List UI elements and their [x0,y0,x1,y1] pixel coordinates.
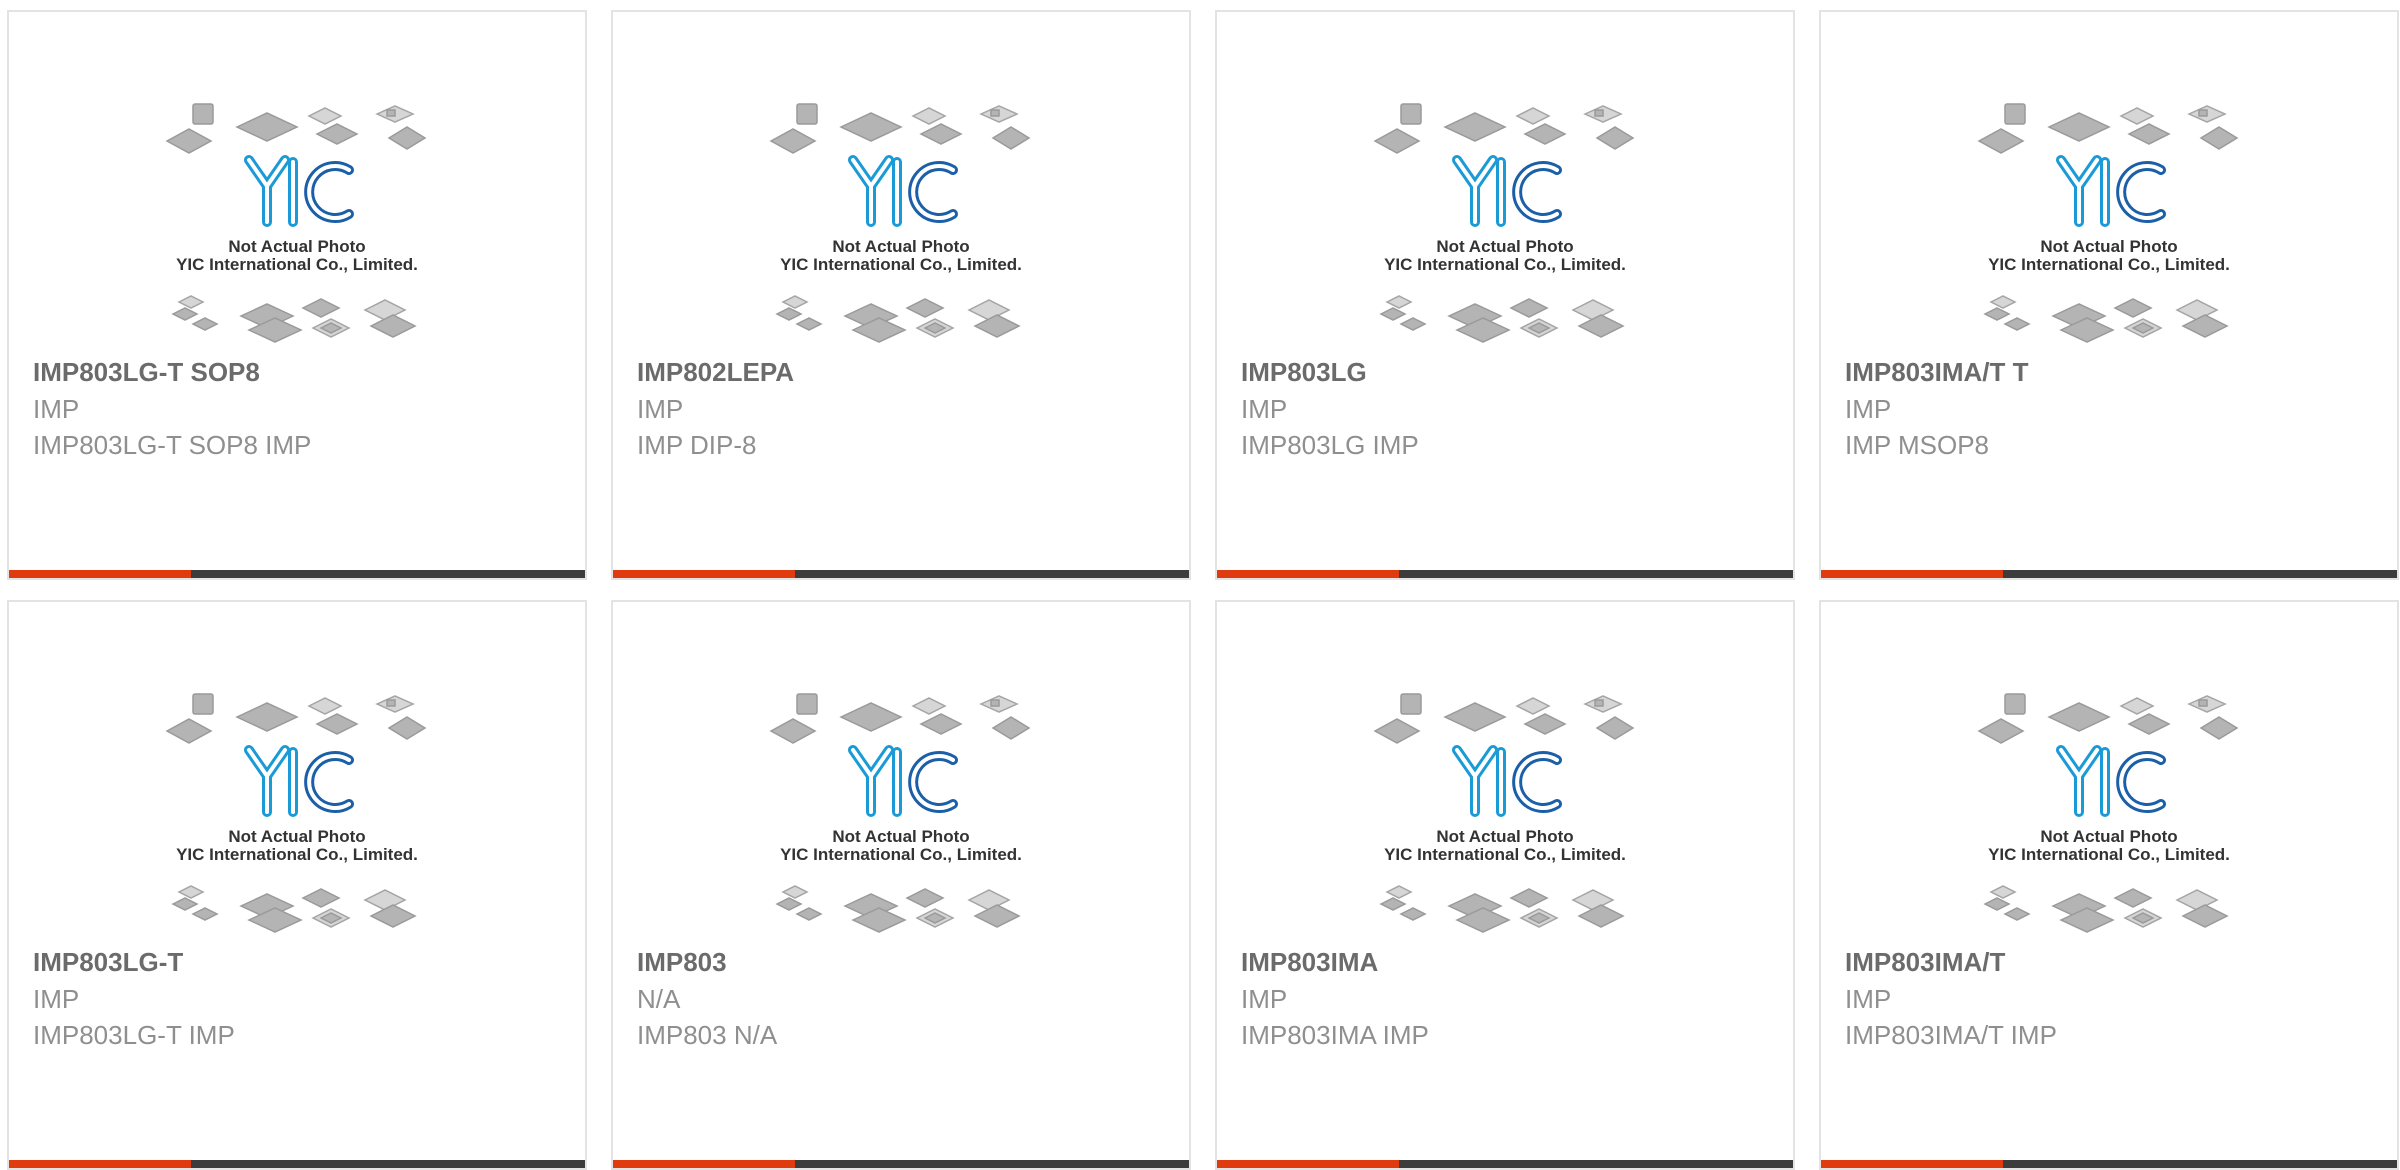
product-image-placeholder[interactable]: Not Actual Photo YIC International Co., … [9,12,585,352]
chip-packages-top [1977,103,2239,154]
svg-text:Not Actual Photo: Not Actual Photo [2040,827,2177,846]
product-card[interactable]: Not Actual Photo YIC International Co., … [1215,10,1795,580]
yic-logo-icon [2056,155,2166,227]
product-title[interactable]: IMP803IMA [1241,947,1378,978]
product-description: IMP MSOP8 [1845,430,1990,460]
product-brand: IMP [1241,984,1288,1014]
product-image-placeholder[interactable]: Not Actual Photo YIC International Co., … [613,602,1189,942]
product-title[interactable]: IMP802LEPA [637,357,794,388]
product-card[interactable]: Not Actual Photo YIC International Co., … [7,10,587,580]
chip-packages-top [165,103,427,154]
product-image-placeholder[interactable]: Not Actual Photo YIC International Co., … [613,12,1189,352]
product-title[interactable]: IMP803IMA/T T [1845,357,2028,388]
chip-packages-top [1373,693,1635,744]
product-card[interactable]: Not Actual Photo YIC International Co., … [1819,600,2399,1170]
product-brand: IMP [1845,394,1892,424]
svg-text:YIC International Co., Limited: YIC International Co., Limited. [176,255,418,274]
product-title[interactable]: IMP803LG-T [33,947,183,978]
chip-packages-bottom [1379,295,1625,343]
chip-packages-bottom [775,295,1021,343]
product-brand: N/A [637,984,681,1014]
product-title[interactable]: IMP803LG [1241,357,1367,388]
card-footer-bar [613,570,1189,578]
svg-text:Not Actual Photo: Not Actual Photo [832,237,969,256]
chip-packages-bottom [1379,885,1625,933]
product-image-placeholder[interactable]: Not Actual Photo YIC International Co., … [1217,602,1793,942]
product-description: IMP803LG-T IMP [33,1020,235,1050]
svg-text:Not Actual Photo: Not Actual Photo [1436,827,1573,846]
card-accent-bar [1821,570,2003,578]
product-image-placeholder[interactable]: Not Actual Photo YIC International Co., … [9,602,585,942]
product-brand: IMP [1241,394,1288,424]
product-card[interactable]: Not Actual Photo YIC International Co., … [1819,10,2399,580]
chip-packages-bottom [1983,295,2229,343]
product-image-placeholder[interactable]: Not Actual Photo YIC International Co., … [1821,602,2397,942]
chip-packages-bottom [1983,885,2229,933]
chip-packages-top [769,103,1031,154]
svg-text:YIC International Co., Limited: YIC International Co., Limited. [780,845,1022,864]
svg-text:Not Actual Photo: Not Actual Photo [832,827,969,846]
product-description: IMP803LG-T SOP8 IMP [33,430,312,460]
chip-packages-top [1977,693,2239,744]
product-description: IMP803LG IMP [1241,430,1419,460]
yic-logo-icon [1452,745,1562,817]
svg-text:YIC International Co., Limited: YIC International Co., Limited. [780,255,1022,274]
yic-logo-icon [2056,745,2166,817]
product-grid: Not Actual Photo YIC International Co., … [0,0,2400,1170]
svg-text:Not Actual Photo: Not Actual Photo [228,237,365,256]
product-title[interactable]: IMP803IMA/T [1845,947,2005,978]
chip-packages-bottom [171,295,417,343]
product-title[interactable]: IMP803 [637,947,727,978]
card-accent-bar [1217,570,1399,578]
yic-logo-icon [244,155,354,227]
chip-packages-bottom [775,885,1021,933]
card-footer-bar [1821,570,2397,578]
product-card[interactable]: Not Actual Photo YIC International Co., … [1215,600,1795,1170]
card-accent-bar [9,570,191,578]
chip-packages-top [769,693,1031,744]
product-image-placeholder[interactable]: Not Actual Photo YIC International Co., … [1821,12,2397,352]
card-footer-bar [1217,570,1793,578]
product-brand: IMP [1845,984,1892,1014]
product-description: IMP803IMA IMP [1241,1020,1429,1050]
product-brand: IMP [33,984,80,1014]
product-description: IMP DIP-8 [637,430,757,460]
svg-text:Not Actual Photo: Not Actual Photo [1436,237,1573,256]
product-card[interactable]: Not Actual Photo YIC International Co., … [611,10,1191,580]
yic-logo-icon [848,745,958,817]
card-accent-bar [613,570,795,578]
chip-packages-bottom [171,885,417,933]
product-card[interactable]: Not Actual Photo YIC International Co., … [611,600,1191,1170]
yic-logo-icon [244,745,354,817]
product-brand: IMP [33,394,80,424]
product-description: IMP803 N/A [637,1020,778,1050]
svg-text:YIC International Co., Limited: YIC International Co., Limited. [1988,845,2230,864]
chip-packages-top [165,693,427,744]
product-image-placeholder[interactable]: Not Actual Photo YIC International Co., … [1217,12,1793,352]
card-footer-bar [9,570,585,578]
svg-text:YIC International Co., Limited: YIC International Co., Limited. [176,845,418,864]
svg-text:Not Actual Photo: Not Actual Photo [2040,237,2177,256]
chip-packages-top [1373,103,1635,154]
product-title[interactable]: IMP803LG-T SOP8 [33,357,260,388]
svg-text:Not Actual Photo: Not Actual Photo [228,827,365,846]
yic-logo-icon [1452,155,1562,227]
svg-text:YIC International Co., Limited: YIC International Co., Limited. [1988,255,2230,274]
product-brand: IMP [637,394,684,424]
product-card[interactable]: Not Actual Photo YIC International Co., … [7,600,587,1170]
svg-text:YIC International Co., Limited: YIC International Co., Limited. [1384,845,1626,864]
svg-text:YIC International Co., Limited: YIC International Co., Limited. [1384,255,1626,274]
product-description: IMP803IMA/T IMP [1845,1020,2057,1050]
yic-logo-icon [848,155,958,227]
